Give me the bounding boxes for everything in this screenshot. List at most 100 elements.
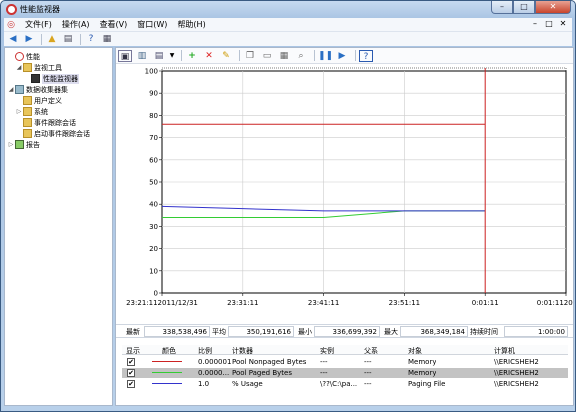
tree-item-performance-monitor[interactable]: 性能监视器 bbox=[23, 73, 79, 84]
instance-cell: --- bbox=[320, 358, 328, 366]
col-scale[interactable]: 比例 bbox=[198, 346, 212, 356]
performance-chart[interactable]: 0 10 20 30 40 50 60 70 80 90 100 23:21:112011/12/3… bbox=[116, 65, 573, 319]
main-toolbar: ◀ ▶ ▲ ▤ ? ▦ bbox=[4, 31, 572, 46]
menu-action[interactable]: 操作(A) bbox=[57, 19, 95, 30]
view-current-activity-icon[interactable]: ▣ bbox=[118, 49, 132, 62]
max-label: 最大 bbox=[384, 328, 398, 336]
back-arrow-icon[interactable]: ◀ bbox=[6, 33, 20, 45]
forward-arrow-icon[interactable]: ▶ bbox=[22, 33, 36, 45]
col-object[interactable]: 对象 bbox=[408, 346, 422, 356]
object-cell: Paging File bbox=[408, 380, 446, 388]
duration-value: 1:00:00 bbox=[538, 328, 565, 336]
paste-icon[interactable]: ▭ bbox=[260, 50, 274, 62]
avg-value: 350,191,616 bbox=[246, 328, 291, 336]
show-hide-tree-icon[interactable]: ▤ bbox=[61, 33, 75, 45]
mdi-minimize-button[interactable]: – bbox=[528, 18, 542, 30]
x-tick-label: 0:01:11 bbox=[472, 299, 499, 307]
computer-cell: \\ERICSHEH2 bbox=[494, 358, 539, 366]
properties-icon[interactable]: ▦ bbox=[100, 33, 114, 45]
avg-value-box: 350,191,616 bbox=[228, 326, 294, 337]
table-row[interactable]: ✔ 1.0 % Usage \??\C:\pa... --- Paging File \\E… bbox=[122, 379, 568, 389]
computer-cell: \\ERICSHEH2 bbox=[494, 369, 539, 377]
table-row[interactable]: ✔ 0.000001 Pool Nonpaged Bytes --- --- Memory… bbox=[122, 357, 568, 367]
menu-window[interactable]: 窗口(W) bbox=[132, 19, 172, 30]
statistics-bar: 最新 338,538,496 平均 350,191,616 最小 336,699… bbox=[116, 324, 573, 338]
mdi-close-button[interactable]: ✕ bbox=[556, 18, 570, 30]
series-color-swatch bbox=[152, 361, 182, 362]
scale-cell: 0.000001 bbox=[198, 358, 232, 366]
col-counter[interactable]: 计数器 bbox=[232, 346, 253, 356]
y-tick-label: 50 bbox=[149, 179, 158, 187]
show-checkbox[interactable]: ✔ bbox=[127, 369, 135, 377]
grid-header: 显示 颜色 比例 计数器 实例 父系 对象 计算机 bbox=[122, 345, 568, 355]
y-tick-label: 90 bbox=[149, 90, 158, 98]
tree-item-event-trace-sessions[interactable]: 事件跟踪会话 bbox=[15, 117, 76, 128]
window-title: 性能监视器 bbox=[20, 4, 60, 14]
table-row[interactable]: ✔ 0.0000... Pool Paged Bytes --- --- Memory \\… bbox=[122, 368, 568, 378]
object-cell: Memory bbox=[408, 369, 437, 377]
pause-icon[interactable]: ❚❚ bbox=[318, 50, 333, 62]
title-bar[interactable]: 性能监视器 – □ ✕ bbox=[1, 1, 575, 17]
help-icon[interactable]: ? bbox=[359, 49, 373, 62]
scale-cell: 1.0 bbox=[198, 380, 210, 388]
view-log-data-icon[interactable]: ▥ bbox=[135, 50, 149, 62]
max-value-box: 368,349,184 bbox=[400, 326, 468, 337]
mdi-restore-button[interactable]: □ bbox=[542, 18, 556, 30]
x-tick-label: 23:31:11 bbox=[227, 299, 258, 307]
object-cell: Memory bbox=[408, 358, 437, 366]
computer-cell: \\ERICSHEH2 bbox=[494, 380, 539, 388]
tree-item-monitoring-tools[interactable]: ◢ 监视工具 bbox=[15, 62, 62, 73]
up-folder-icon[interactable]: ▲ bbox=[45, 33, 59, 45]
menu-view[interactable]: 查看(V) bbox=[95, 19, 133, 30]
tree-item-data-collector-sets[interactable]: ◢ 数据收集器集 bbox=[7, 84, 68, 95]
col-parent[interactable]: 父系 bbox=[364, 346, 378, 356]
change-graph-type-icon[interactable]: ▤ bbox=[152, 50, 166, 62]
next-frame-icon[interactable]: ▶ bbox=[335, 50, 349, 62]
menu-file[interactable]: 文件(F) bbox=[20, 19, 57, 30]
x-tick-label: 23:41:11 bbox=[308, 299, 339, 307]
minimize-button[interactable]: – bbox=[491, 1, 513, 14]
zoom-icon[interactable]: ⌕ bbox=[294, 50, 308, 62]
col-computer[interactable]: 计算机 bbox=[494, 346, 515, 356]
copy-icon[interactable]: ❐ bbox=[243, 50, 257, 62]
parent-cell: --- bbox=[364, 358, 372, 366]
show-checkbox[interactable]: ✔ bbox=[127, 358, 135, 366]
col-instance[interactable]: 实例 bbox=[320, 346, 334, 356]
highlight-icon[interactable]: ✎ bbox=[219, 50, 233, 62]
tree-item-system[interactable]: ▷ 系统 bbox=[15, 106, 48, 117]
col-color[interactable]: 颜色 bbox=[162, 346, 176, 356]
folder-icon bbox=[23, 63, 32, 72]
tree-item-user-defined[interactable]: 用户定义 bbox=[15, 95, 62, 106]
last-value-box: 338,538,496 bbox=[144, 326, 210, 337]
mmc-app-icon[interactable]: ◎ bbox=[4, 19, 18, 31]
y-tick-label: 0 bbox=[154, 290, 158, 298]
tree-item-reports[interactable]: ▷ 报告 bbox=[7, 139, 40, 150]
dropdown-icon[interactable]: ▼ bbox=[169, 50, 175, 62]
col-show[interactable]: 显示 bbox=[126, 346, 140, 356]
tree-expander[interactable]: ▷ bbox=[15, 108, 23, 115]
duration-label: 持续时间 bbox=[470, 328, 498, 336]
delete-counter-icon[interactable]: ✕ bbox=[202, 50, 216, 62]
series-color-swatch bbox=[152, 383, 182, 384]
tree-expander[interactable]: ◢ bbox=[15, 64, 23, 71]
perfmon-icon bbox=[15, 52, 24, 61]
x-tick-label: 0:01:112012/1/1 bbox=[537, 299, 573, 307]
menu-help[interactable]: 帮助(H) bbox=[172, 19, 210, 30]
show-checkbox[interactable]: ✔ bbox=[127, 380, 135, 388]
maximize-button[interactable]: □ bbox=[513, 1, 535, 14]
tree-expander[interactable]: ◢ bbox=[7, 86, 15, 93]
instance-cell: \??\C:\pa... bbox=[320, 380, 358, 388]
properties-icon[interactable]: ▦ bbox=[277, 50, 291, 62]
parent-cell: --- bbox=[364, 369, 372, 377]
y-tick-label: 80 bbox=[149, 112, 158, 120]
tree-expander[interactable]: ▷ bbox=[7, 141, 15, 148]
y-tick-label: 30 bbox=[149, 223, 158, 231]
tree-item-performance[interactable]: 性能 bbox=[7, 51, 40, 62]
perfmon-app-icon bbox=[6, 3, 17, 15]
add-counter-icon[interactable]: + bbox=[185, 50, 199, 62]
help-icon[interactable]: ? bbox=[84, 33, 98, 45]
y-tick-label: 70 bbox=[149, 134, 158, 142]
tree-item-startup-event-trace-sessions[interactable]: 启动事件跟踪会话 bbox=[15, 128, 90, 139]
close-button[interactable]: ✕ bbox=[535, 1, 571, 14]
menu-bar: ◎ 文件(F) 操作(A) 查看(V) 窗口(W) 帮助(H) – □ ✕ bbox=[4, 18, 572, 31]
